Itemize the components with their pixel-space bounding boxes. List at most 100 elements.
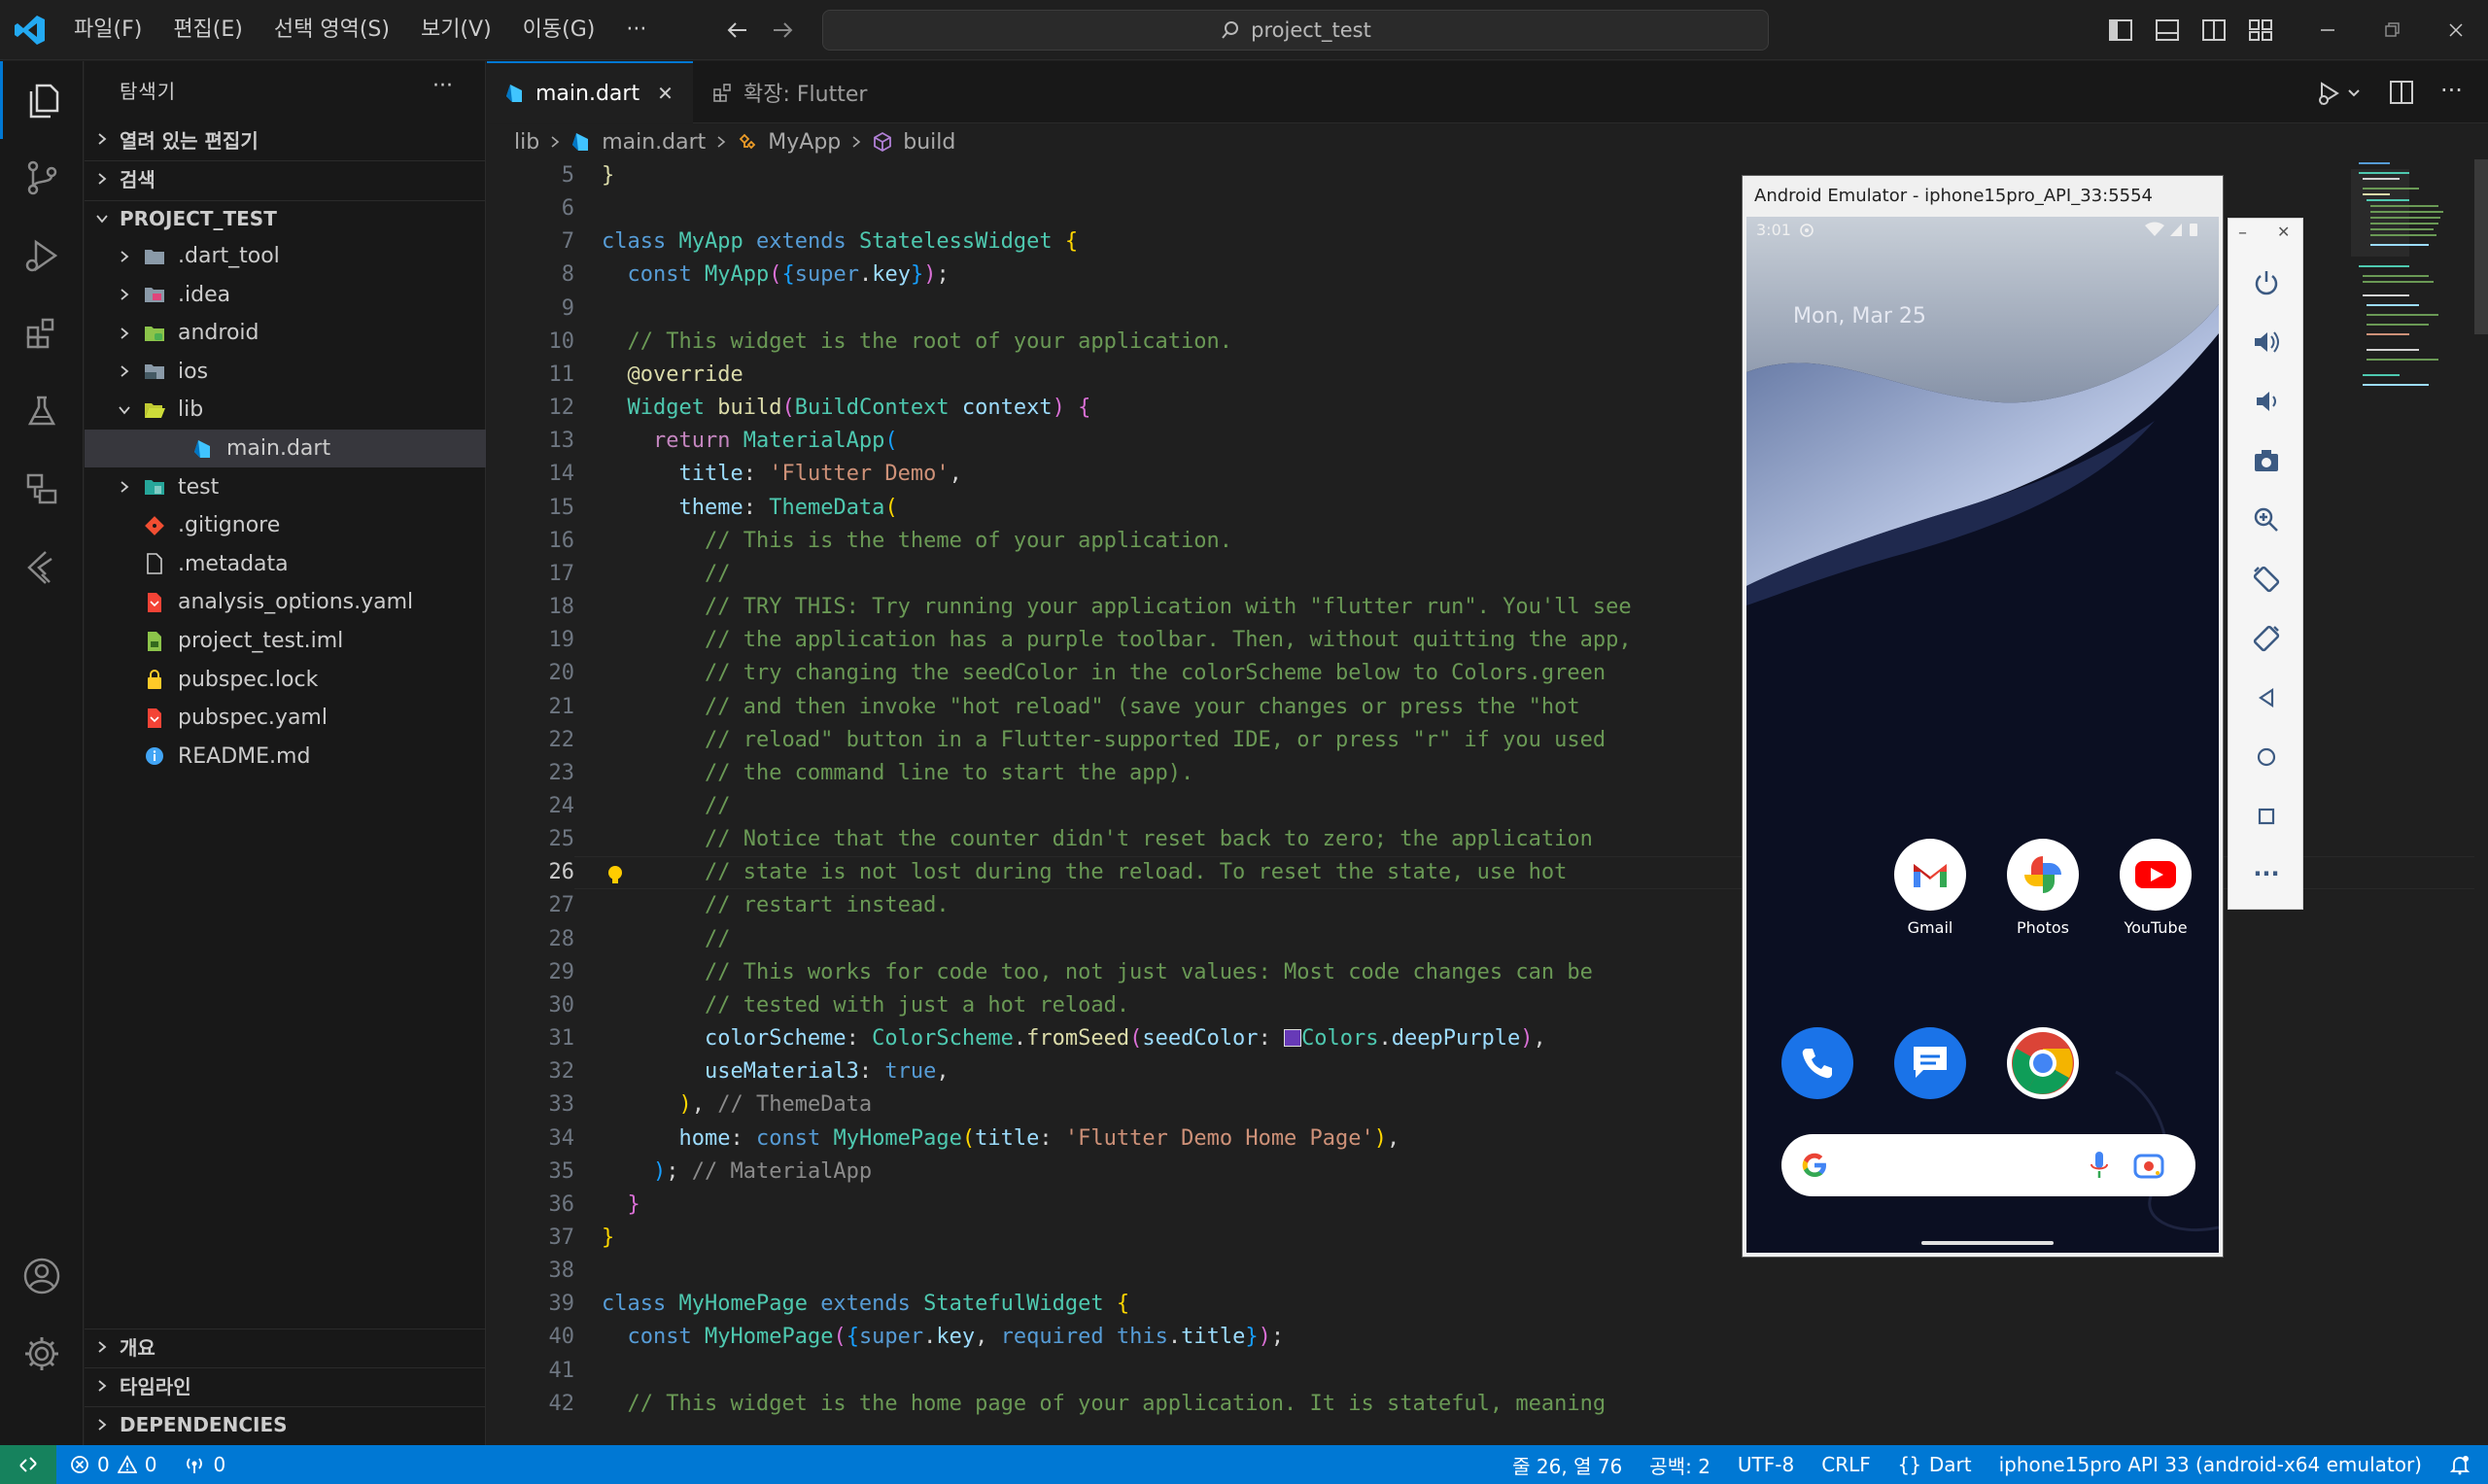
- volume-up-icon[interactable]: [2229, 313, 2304, 371]
- emulator-title[interactable]: Android Emulator - iphone15pro_API_33:55…: [1743, 176, 2223, 215]
- rotate-left-icon[interactable]: [2229, 550, 2304, 608]
- tree-file[interactable]: main.dart: [85, 430, 486, 467]
- tree-file[interactable]: analysis_options.yaml: [85, 583, 486, 621]
- emulator-more-button[interactable]: ···: [2229, 845, 2304, 903]
- screenshot-camera-icon[interactable]: [2229, 431, 2304, 490]
- breadcrumb-method[interactable]: build: [903, 130, 955, 155]
- tree-file[interactable]: pubspec.yaml: [85, 699, 486, 737]
- messages-app-icon[interactable]: [1894, 1027, 1966, 1099]
- android-folder-icon: [143, 322, 166, 345]
- toggle-panel-icon[interactable]: [2146, 9, 2189, 52]
- notifications-bell-icon[interactable]: [2436, 1445, 2488, 1484]
- end-of-line[interactable]: CRLF: [1808, 1445, 1884, 1484]
- split-editor-icon[interactable]: [2388, 79, 2415, 106]
- vertical-scrollbar[interactable]: [2474, 159, 2488, 1445]
- line-number: 37: [548, 1225, 575, 1250]
- phone-app-icon[interactable]: [1781, 1027, 1853, 1099]
- project-section[interactable]: PROJECT_TEST: [85, 200, 486, 235]
- run-debug-dropdown-icon[interactable]: [2316, 79, 2368, 108]
- gesture-nav-handle[interactable]: [1921, 1241, 2054, 1245]
- tree-file[interactable]: pubspec.lock: [85, 661, 486, 699]
- breadcrumb-folder[interactable]: lib: [514, 130, 539, 155]
- volume-down-icon[interactable]: [2229, 372, 2304, 431]
- warning-count: 0: [144, 1453, 157, 1476]
- accounts-icon[interactable]: [0, 1237, 84, 1315]
- overview-nav-icon[interactable]: [2229, 787, 2304, 846]
- search-section[interactable]: 검색: [85, 160, 486, 195]
- tree-folder[interactable]: test: [85, 468, 486, 506]
- file-icon: [143, 552, 166, 575]
- tree-folder[interactable]: .idea: [85, 276, 486, 314]
- tree-file[interactable]: .metadata: [85, 545, 486, 583]
- source-control-activity-icon[interactable]: [0, 139, 84, 217]
- forward-arrow-icon[interactable]: [768, 16, 797, 45]
- menu-file[interactable]: 파일(F): [58, 11, 157, 50]
- vscode-logo-icon[interactable]: [14, 14, 47, 47]
- flutter-device[interactable]: iphone15pro API 33 (android-x64 emulator…: [1986, 1445, 2436, 1484]
- explorer-activity-icon[interactable]: [0, 61, 84, 139]
- minimize-window-button[interactable]: [2296, 0, 2360, 60]
- customize-layout-icon[interactable]: [2239, 9, 2282, 52]
- home-nav-icon[interactable]: [2229, 728, 2304, 786]
- toggle-secondary-sidebar-icon[interactable]: [2193, 9, 2235, 52]
- rotate-right-icon[interactable]: [2229, 609, 2304, 668]
- line-number-gutter: 5 6 7 8 9 10 11 12 13 14 15 16 17 18 19 20 21 22 23 24 25 26 2…: [487, 159, 575, 1421]
- run-debug-activity-icon[interactable]: [0, 217, 84, 294]
- outline-section[interactable]: 개요: [85, 1329, 486, 1363]
- encoding[interactable]: UTF-8: [1724, 1445, 1808, 1484]
- tab-extension-flutter[interactable]: 확장: Flutter: [695, 61, 889, 123]
- menu-edit[interactable]: 편집(E): [157, 11, 259, 50]
- emulator-screen[interactable]: 3:01 Mon, Mar 25 Gmail Photos YouTube: [1746, 217, 2219, 1253]
- close-tab-icon[interactable]: ✕: [657, 82, 674, 105]
- emulator-close-button[interactable]: ✕: [2277, 223, 2290, 241]
- testing-activity-icon[interactable]: [0, 372, 84, 450]
- back-arrow-icon[interactable]: [723, 16, 752, 45]
- maximize-window-button[interactable]: [2360, 0, 2424, 60]
- cursor-position[interactable]: 줄 26, 열 76: [1499, 1445, 1636, 1484]
- menu-view[interactable]: 보기(V): [405, 11, 507, 50]
- remote-indicator[interactable]: [0, 1445, 56, 1484]
- youtube-app-icon[interactable]: [2120, 839, 2192, 911]
- zoom-icon[interactable]: [2229, 491, 2304, 549]
- chrome-app-icon[interactable]: [2007, 1027, 2079, 1099]
- toggle-primary-sidebar-icon[interactable]: [2099, 9, 2142, 52]
- tab-main-dart[interactable]: main.dart ✕: [487, 61, 693, 123]
- tree-file[interactable]: .gitignore: [85, 506, 486, 544]
- open-editors-section[interactable]: 열려 있는 편집기: [85, 121, 486, 156]
- gmail-app-icon[interactable]: [1894, 839, 1966, 911]
- tree-file[interactable]: project_test.iml: [85, 622, 486, 660]
- back-nav-icon[interactable]: [2229, 669, 2304, 727]
- breadcrumb-class[interactable]: MyApp: [768, 130, 841, 155]
- language-mode[interactable]: {} Dart: [1884, 1445, 1986, 1484]
- settings-gear-icon[interactable]: [0, 1315, 84, 1393]
- problems-indicator[interactable]: 0 0: [56, 1445, 170, 1484]
- explorer-more-button[interactable]: ···: [432, 74, 453, 98]
- menu-go[interactable]: 이동(G): [507, 11, 611, 50]
- folder-icon: [143, 245, 166, 268]
- emulator-minimize-button[interactable]: –: [2238, 223, 2247, 243]
- dependencies-section[interactable]: DEPENDENCIES: [85, 1406, 486, 1441]
- menu-more[interactable]: ···: [610, 11, 662, 50]
- tree-folder[interactable]: ios: [85, 353, 486, 391]
- ports-indicator[interactable]: 0: [170, 1445, 239, 1484]
- line-number: 23: [548, 760, 575, 785]
- command-center-search[interactable]: project_test: [822, 10, 1769, 51]
- tree-folder[interactable]: android: [85, 314, 486, 352]
- close-window-button[interactable]: [2424, 0, 2488, 60]
- flutter-activity-icon[interactable]: [0, 528, 84, 605]
- power-icon[interactable]: [2229, 254, 2304, 312]
- google-search-bar[interactable]: [1781, 1134, 2195, 1196]
- tree-file[interactable]: README.md: [85, 738, 486, 776]
- extensions-activity-icon[interactable]: [0, 294, 84, 372]
- remote-explorer-activity-icon[interactable]: [0, 450, 84, 528]
- editor-more-button[interactable]: ···: [2440, 77, 2463, 104]
- indentation[interactable]: 공백: 2: [1636, 1445, 1724, 1484]
- minimap[interactable]: [2351, 159, 2488, 412]
- android-emulator-window: Android Emulator - iphone15pro_API_33:55…: [1742, 175, 2224, 1258]
- photos-app-icon[interactable]: [2007, 839, 2079, 911]
- menu-selection[interactable]: 선택 영역(S): [259, 11, 405, 50]
- tree-folder[interactable]: .dart_tool: [85, 237, 486, 275]
- tree-folder[interactable]: lib: [85, 391, 486, 429]
- breadcrumb-file[interactable]: main.dart: [602, 130, 706, 155]
- timeline-section[interactable]: 타임라인: [85, 1367, 486, 1402]
